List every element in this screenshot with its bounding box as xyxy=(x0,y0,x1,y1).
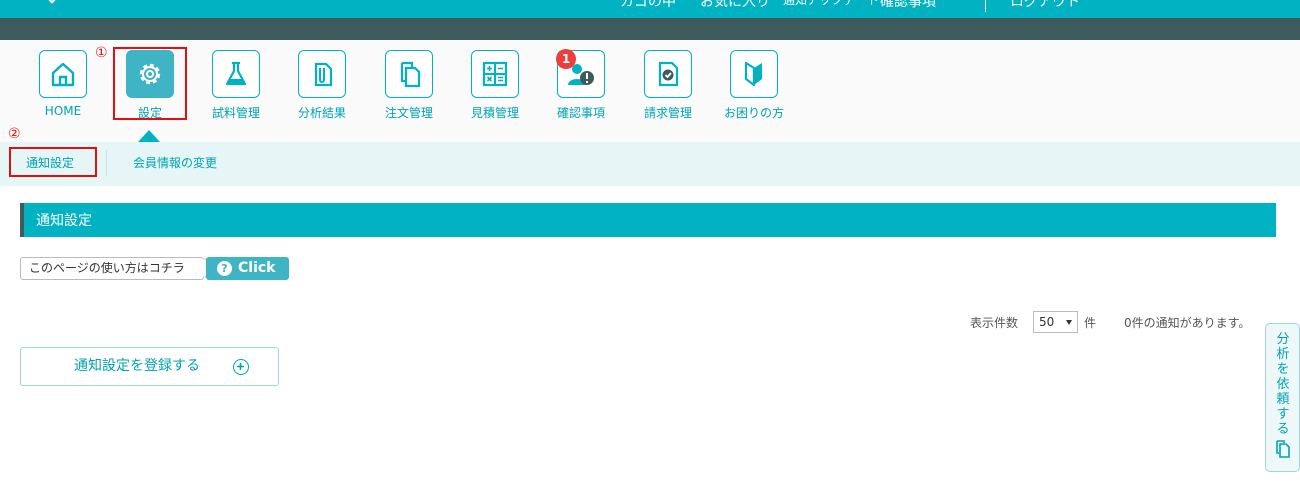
home-icon xyxy=(39,50,87,98)
nav-item-confirmations[interactable]: 確認事項 xyxy=(538,50,624,130)
main-nav: HOME 設定 試料管理 分析結果 注文管理 見積管理 確認事項 請求管理 お困… xyxy=(0,40,1300,142)
test-tube-doc-icon xyxy=(298,50,346,98)
top-bar: カゴの中 お気に入り 通知アップデート 確認事項 ログアウト xyxy=(0,0,1300,18)
register-notification-button[interactable]: 通知設定を登録する xyxy=(20,347,279,386)
nav-label: 分析結果 xyxy=(297,106,346,120)
per-page-label: 表示件数 xyxy=(970,316,1019,330)
nav-label: 請求管理 xyxy=(643,106,692,120)
nav-item-home[interactable]: HOME xyxy=(20,50,106,130)
subnav-divider xyxy=(106,150,107,176)
howto-click-button[interactable]: ? Click xyxy=(206,257,289,280)
annotation-marker-2: ② xyxy=(8,126,21,142)
howto-label: このページの使い方はコチラ xyxy=(20,257,204,280)
calculator-icon xyxy=(471,50,519,98)
beginner-mark-icon xyxy=(730,50,778,98)
register-button-label: 通知設定を登録する xyxy=(74,358,200,374)
plus-circle-icon xyxy=(233,359,249,375)
subnav-item-member-info[interactable]: 会員情報の変更 xyxy=(133,154,217,171)
nav-label: 見積管理 xyxy=(470,106,519,120)
header-band xyxy=(0,18,1300,40)
per-page-value: 50 xyxy=(1039,315,1055,329)
cart-link[interactable]: カゴの中 xyxy=(620,0,676,11)
active-indicator xyxy=(138,130,160,142)
request-analysis-tab[interactable]: 分析を依頼する xyxy=(1265,323,1300,472)
invoice-check-icon xyxy=(644,50,692,98)
nav-item-billing[interactable]: 請求管理 xyxy=(625,50,711,130)
confirm-link[interactable]: 確認事項 xyxy=(880,0,936,11)
nav-label: お困りの方 xyxy=(723,106,784,120)
flask-icon xyxy=(212,50,260,98)
side-tab-label: 分析を依頼する xyxy=(1276,332,1290,437)
nav-label: 注文管理 xyxy=(384,106,433,120)
per-page-select[interactable]: 50 xyxy=(1033,311,1078,333)
notification-badge: 1 xyxy=(556,49,576,69)
highlight-box-subnav xyxy=(9,147,97,177)
help-icon: ? xyxy=(217,261,232,276)
howto-text: このページの使い方はコチラ xyxy=(29,261,185,275)
nav-label: 試料管理 xyxy=(211,106,260,120)
nav-label: 確認事項 xyxy=(556,106,605,120)
nav-item-help[interactable]: お困りの方 xyxy=(711,50,797,130)
per-page-unit: 件 xyxy=(1084,316,1097,330)
copy-docs-icon xyxy=(1275,440,1291,462)
nav-item-estimates[interactable]: 見積管理 xyxy=(452,50,538,130)
highlight-box-settings xyxy=(113,47,187,120)
favorites-link[interactable]: お気に入り xyxy=(700,0,770,11)
chevron-down-icon[interactable] xyxy=(46,0,58,4)
nav-item-orders[interactable]: 注文管理 xyxy=(366,50,452,130)
annotation-marker-1: ① xyxy=(95,45,108,61)
nav-item-results[interactable]: 分析結果 xyxy=(279,50,365,130)
sub-nav: 通知設定 会員情報の変更 xyxy=(0,142,1300,186)
copy-docs-icon xyxy=(385,50,433,98)
caret-down-icon xyxy=(1066,320,1072,325)
notice-update-link[interactable]: 通知アップデート xyxy=(783,0,879,8)
click-button-label: Click xyxy=(238,260,276,276)
nav-item-samples[interactable]: 試料管理 xyxy=(193,50,279,130)
topbar-divider xyxy=(985,0,986,12)
section-header: 通知設定 xyxy=(20,203,1276,237)
page-title: 通知設定 xyxy=(36,213,92,229)
nav-label: HOME xyxy=(44,104,82,118)
logout-link[interactable]: ログアウト xyxy=(1010,0,1080,11)
notice-count-text: 0件の通知があります。 xyxy=(1124,316,1251,330)
